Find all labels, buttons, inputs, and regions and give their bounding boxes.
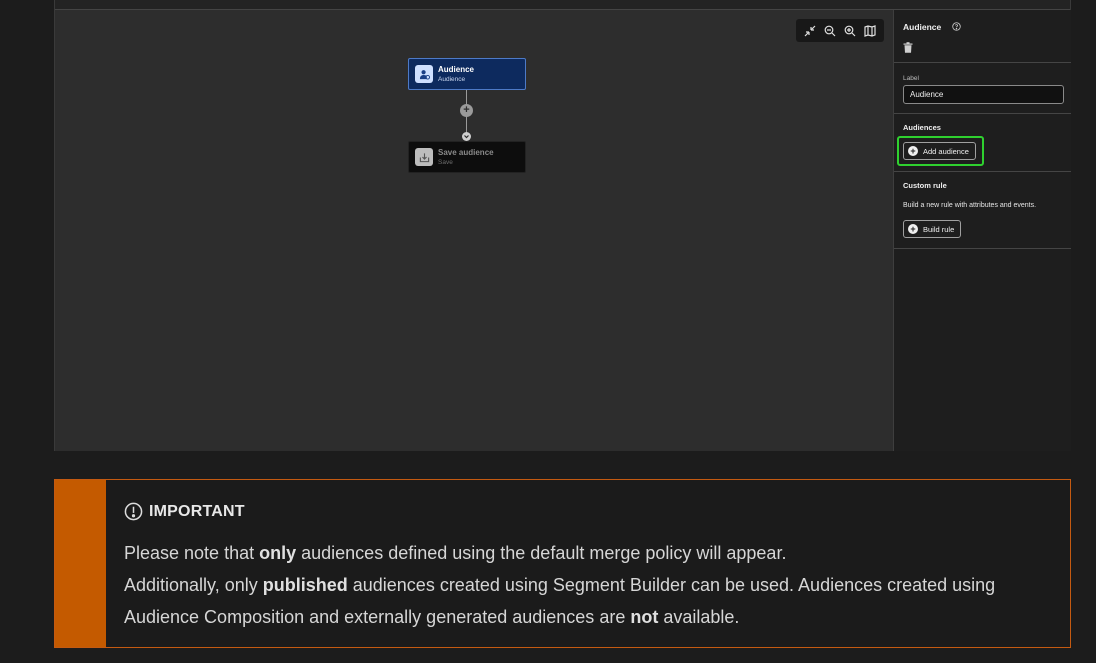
top-bar [55, 0, 1070, 10]
zoom-out-icon[interactable] [821, 22, 839, 40]
workflow-canvas[interactable]: Audience Audience + Save audience Save [55, 10, 893, 451]
map-icon[interactable] [861, 22, 879, 40]
help-icon[interactable] [952, 22, 961, 31]
screenshot-frame: Audience Audience + Save audience Save A… [54, 0, 1071, 451]
add-circle-icon: + [908, 224, 918, 234]
properties-panel: Audience Label Audiences + Add audience … [893, 10, 1071, 451]
custom-rule-heading: Custom rule [903, 181, 947, 190]
add-audience-button[interactable]: + Add audience [903, 142, 976, 160]
save-audience-node[interactable]: Save audience Save [408, 141, 526, 173]
canvas-toolbar [796, 19, 884, 42]
note-line-2: Additionally, only published audiences c… [124, 575, 996, 595]
label-caption: Label [903, 75, 919, 82]
add-circle-icon: + [908, 146, 918, 156]
trash-icon[interactable] [903, 42, 913, 53]
audience-icon [415, 65, 433, 83]
note-line-1: Please note that only audiences defined … [124, 543, 787, 563]
node-subtitle: Audience [438, 75, 466, 83]
note-line-3: Audience Composition and externally gene… [124, 607, 740, 627]
node-subtitle: Save [438, 158, 453, 166]
add-audience-label: Add audience [923, 146, 969, 156]
audiences-section: Audiences + Add audience [894, 114, 1071, 172]
panel-title: Audience [903, 22, 942, 32]
alert-icon [124, 502, 143, 521]
label-input[interactable] [903, 85, 1064, 104]
custom-rule-section: Custom rule Build a new rule with attrib… [894, 172, 1071, 249]
audiences-heading: Audiences [903, 123, 941, 132]
note-body: Please note that only audiences defined … [124, 537, 1054, 633]
audience-node[interactable]: Audience Audience [408, 58, 526, 90]
node-title: Save audience [438, 147, 494, 157]
save-icon [415, 148, 433, 166]
label-section: Label [894, 63, 1071, 114]
custom-rule-description: Build a new rule with attributes and eve… [903, 202, 1037, 209]
node-title: Audience [438, 64, 475, 74]
note-accent-bar [55, 480, 106, 647]
note-header: IMPORTANT [124, 502, 245, 521]
build-rule-button[interactable]: + Build rule [903, 220, 962, 238]
add-node-button[interactable]: + [460, 104, 473, 117]
note-title: IMPORTANT [149, 502, 245, 520]
important-note: IMPORTANT Please note that only audience… [54, 479, 1071, 648]
chevron-down-icon [462, 132, 471, 141]
panel-header: Audience [894, 10, 1071, 63]
zoom-in-icon[interactable] [841, 22, 859, 40]
collapse-icon[interactable] [801, 22, 819, 40]
build-rule-label: Build rule [923, 224, 955, 234]
